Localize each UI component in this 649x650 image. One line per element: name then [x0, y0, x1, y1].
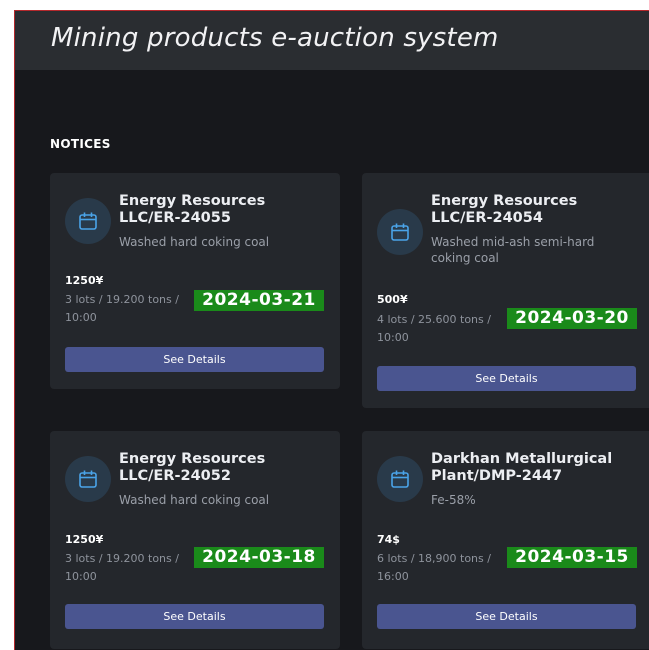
notice-price: 1250¥ [65, 533, 104, 546]
notice-title: Energy Resources LLC/ER-24055 [119, 193, 266, 226]
see-details-button[interactable]: See Details [65, 604, 324, 629]
notice-subtitle: Washed hard coking coal [119, 235, 270, 249]
notices-heading: NOTICES [50, 137, 111, 151]
calendar-icon [377, 456, 423, 502]
notice-time: 10:00 [65, 311, 97, 324]
notice-price: 500¥ [377, 293, 408, 306]
notice-date-badge: 2024-03-20 [507, 308, 637, 329]
notice-lots: 6 lots / 18,900 tons / [377, 552, 491, 565]
calendar-icon [65, 456, 111, 502]
notice-date-badge: 2024-03-15 [507, 547, 637, 568]
notice-date-badge: 2024-03-21 [194, 290, 324, 311]
calendar-icon [377, 209, 423, 255]
notice-lots: 3 lots / 19.200 tons / [65, 293, 179, 306]
notice-card: Energy Resources LLC/ER-24054 Washed mid… [362, 173, 649, 408]
calendar-icon [65, 198, 111, 244]
notice-time: 10:00 [377, 331, 409, 344]
notice-price: 1250¥ [65, 274, 104, 287]
notice-card: Energy Resources LLC/ER-24055 Washed har… [50, 173, 340, 389]
notice-subtitle: Washed hard coking coal [119, 493, 270, 507]
header: Mining products e-auction system [15, 11, 649, 70]
notice-title: Energy Resources LLC/ER-24054 [431, 193, 578, 226]
notice-date-badge: 2024-03-18 [194, 547, 324, 568]
notice-time: 16:00 [377, 570, 409, 583]
page-title: Mining products e-auction system [51, 23, 499, 53]
notice-time: 10:00 [65, 570, 97, 583]
see-details-button[interactable]: See Details [377, 604, 636, 629]
notice-title: Darkhan Metallurgical Plant/DMP-2447 [431, 451, 613, 484]
notice-lots: 4 lots / 25.600 tons / [377, 313, 491, 326]
notice-card: Energy Resources LLC/ER-24052 Washed har… [50, 431, 340, 649]
notice-card: Darkhan Metallurgical Plant/DMP-2447 Fe-… [362, 431, 649, 649]
see-details-button[interactable]: See Details [377, 366, 636, 391]
see-details-button[interactable]: See Details [65, 347, 324, 372]
notice-subtitle: Washed mid-ash semi-hard coking coal [431, 235, 595, 265]
notice-title: Energy Resources LLC/ER-24052 [119, 451, 266, 484]
notice-lots: 3 lots / 19.200 tons / [65, 552, 179, 565]
notice-subtitle: Fe-58% [431, 493, 476, 507]
notice-price: 74$ [377, 533, 400, 546]
app-window: Mining products e-auction system NOTICES… [14, 10, 649, 650]
